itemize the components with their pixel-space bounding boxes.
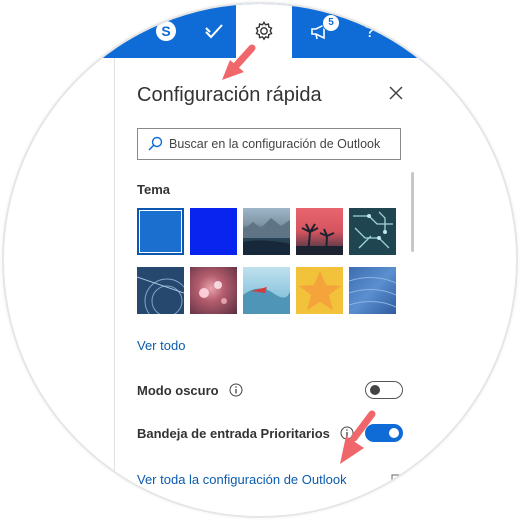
focused-inbox-row: Bandeja de entrada Prioritarios: [137, 421, 403, 445]
settings-search-input[interactable]: [169, 137, 399, 151]
theme-circuit-board[interactable]: [349, 208, 396, 255]
gear-icon: [255, 20, 273, 41]
circle-frame: S 5 ? Configuración rápida Buscar en la …: [4, 4, 516, 516]
theme-heading: Tema: [137, 182, 170, 197]
svg-text:S: S: [161, 23, 170, 39]
theme-pink-bokeh[interactable]: [190, 267, 237, 314]
close-icon: [389, 86, 403, 100]
info-icon: [229, 383, 243, 397]
view-all-settings-link[interactable]: Ver toda la configuración de Outlook: [137, 472, 347, 487]
settings-button[interactable]: [236, 4, 292, 58]
whats-new-button[interactable]: 5: [292, 4, 348, 58]
dark-mode-row: Modo oscuro: [137, 378, 403, 402]
svg-text:?: ?: [365, 21, 375, 41]
theme-orange-star[interactable]: [296, 267, 343, 314]
close-button[interactable]: [387, 84, 405, 102]
toggle-knob: [370, 385, 380, 395]
panel-scrollbar[interactable]: [411, 172, 414, 252]
theme-blue-texture[interactable]: [349, 267, 396, 314]
focused-inbox-label: Bandeja de entrada Prioritarios: [137, 425, 330, 441]
open-external-icon[interactable]: [391, 474, 403, 486]
focused-inbox-info-icon[interactable]: [340, 426, 354, 440]
notification-badge: 5: [322, 14, 340, 32]
settings-search-box[interactable]: [137, 128, 401, 160]
help-button[interactable]: ?: [342, 4, 398, 58]
skype-icon: S: [156, 21, 176, 41]
panel-title: Configuración rápida: [137, 84, 322, 106]
theme-mountain-lake[interactable]: [243, 208, 290, 255]
theme-bright-blue[interactable]: [190, 208, 237, 255]
info-icon: [340, 426, 354, 440]
outlook-top-bar: S 5 ?: [4, 4, 516, 58]
search-icon: [148, 136, 163, 151]
todo-button[interactable]: [186, 4, 242, 58]
theme-grid: [137, 208, 399, 314]
dark-mode-toggle[interactable]: [365, 381, 403, 399]
dark-mode-info-icon[interactable]: [229, 383, 243, 397]
view-all-themes-link[interactable]: Ver todo: [137, 338, 185, 353]
focused-inbox-toggle[interactable]: [365, 424, 403, 442]
dark-mode-label: Modo oscuro: [137, 382, 219, 398]
theme-wave-red-boat[interactable]: [243, 267, 290, 314]
help-icon: ?: [365, 21, 375, 41]
all-settings-row: Ver toda la configuración de Outlook: [137, 472, 403, 487]
theme-palm-sunset[interactable]: [296, 208, 343, 255]
toggle-knob: [389, 428, 399, 438]
quick-settings-panel: Configuración rápida Tema: [114, 58, 414, 516]
theme-blue-solid[interactable]: [137, 208, 184, 255]
theme-aviation-blueprint[interactable]: [137, 267, 184, 314]
todo-check-icon: [205, 24, 223, 39]
